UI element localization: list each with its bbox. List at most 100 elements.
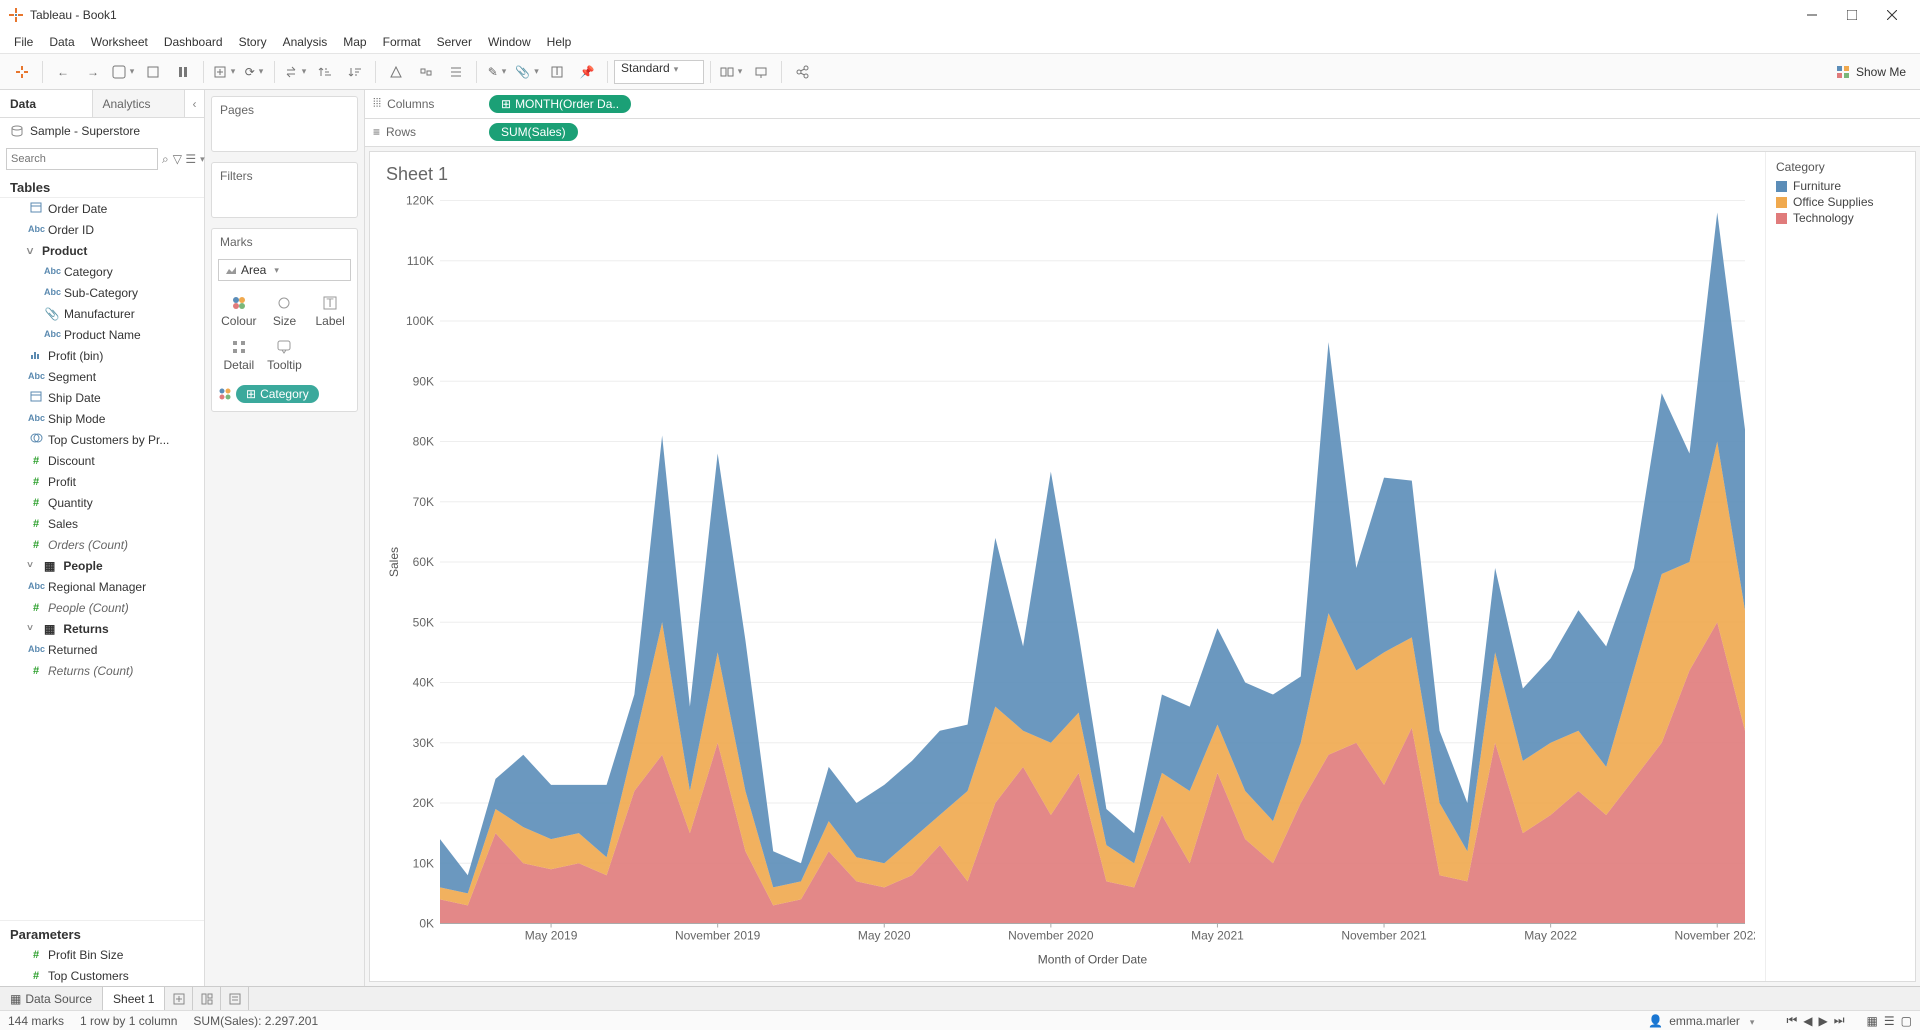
field-returned[interactable]: AbcReturned bbox=[0, 639, 204, 660]
menu-analysis[interactable]: Analysis bbox=[275, 33, 336, 51]
sheet1-tab[interactable]: Sheet 1 bbox=[103, 987, 165, 1010]
menu-format[interactable]: Format bbox=[375, 33, 429, 51]
field-quantity[interactable]: #Quantity bbox=[0, 492, 204, 513]
menu-file[interactable]: File bbox=[6, 33, 41, 51]
share-button[interactable] bbox=[788, 58, 816, 86]
tableau-logo-icon[interactable] bbox=[8, 58, 36, 86]
fields-list[interactable]: Order DateAbcOrder ID˅ProductAbcCategory… bbox=[0, 197, 204, 920]
group-people[interactable]: ˅▦People bbox=[0, 555, 204, 576]
chart-area[interactable]: Sheet 1 0K10K20K30K40K50K60K70K80K90K100… bbox=[370, 152, 1765, 981]
highlight-button[interactable] bbox=[382, 58, 410, 86]
field-segment[interactable]: AbcSegment bbox=[0, 366, 204, 387]
show-me-button[interactable]: Show Me bbox=[1830, 65, 1912, 79]
menu-window[interactable]: Window bbox=[480, 33, 539, 51]
search-input[interactable] bbox=[6, 148, 158, 170]
sheet-title[interactable]: Sheet 1 bbox=[384, 160, 1755, 193]
field-product-name[interactable]: AbcProduct Name bbox=[0, 324, 204, 345]
new-data-source-button[interactable] bbox=[139, 58, 167, 86]
pin-icon[interactable]: 📌 bbox=[573, 58, 601, 86]
marks-size[interactable]: Size bbox=[262, 289, 308, 333]
view-fields-icon[interactable]: ☰ bbox=[186, 150, 204, 168]
view-thumb-icon[interactable]: ▢ bbox=[1901, 1014, 1912, 1028]
menu-server[interactable]: Server bbox=[429, 33, 480, 51]
columns-pill[interactable]: ⊞MONTH(Order Da.. bbox=[489, 95, 631, 113]
totals-button[interactable] bbox=[442, 58, 470, 86]
menu-help[interactable]: Help bbox=[539, 33, 580, 51]
sort-desc-button[interactable] bbox=[341, 58, 369, 86]
tab-data[interactable]: Data bbox=[0, 90, 92, 117]
field-returns-count-[interactable]: #Returns (Count) bbox=[0, 660, 204, 681]
maximize-button[interactable] bbox=[1832, 0, 1872, 30]
search-icon[interactable]: ⌕ bbox=[162, 150, 169, 168]
nav-first-icon[interactable]: ⏮ bbox=[1786, 1013, 1797, 1028]
group-returns[interactable]: ˅▦Returns bbox=[0, 618, 204, 639]
minimize-button[interactable] bbox=[1792, 0, 1832, 30]
filters-shelf[interactable]: Filters bbox=[211, 162, 358, 218]
field-discount[interactable]: #Discount bbox=[0, 450, 204, 471]
field-sub-category[interactable]: AbcSub-Category bbox=[0, 282, 204, 303]
sort-asc-button[interactable] bbox=[311, 58, 339, 86]
field-orders-count-[interactable]: #Orders (Count) bbox=[0, 534, 204, 555]
view-grid-icon[interactable]: ▦ bbox=[1867, 1014, 1878, 1028]
marks-colour-pill[interactable]: ⊞Category bbox=[236, 385, 319, 403]
new-worksheet-tab[interactable] bbox=[165, 987, 193, 1010]
tab-analytics[interactable]: Analytics bbox=[92, 90, 185, 117]
attachment-icon[interactable]: 📎 bbox=[513, 58, 541, 86]
field-top-customers[interactable]: #Top Customers bbox=[0, 965, 204, 986]
field-order-date[interactable]: Order Date bbox=[0, 198, 204, 219]
menu-data[interactable]: Data bbox=[41, 33, 82, 51]
save-button[interactable] bbox=[109, 58, 137, 86]
field-ship-mode[interactable]: AbcShip Mode bbox=[0, 408, 204, 429]
pages-shelf[interactable]: Pages bbox=[211, 96, 358, 152]
mark-type-dropdown[interactable]: Area bbox=[218, 259, 351, 281]
rows-shelf[interactable]: ≡Rows SUM(Sales) bbox=[365, 119, 1920, 148]
collapse-pane-icon[interactable]: ‹ bbox=[184, 90, 204, 117]
new-story-tab[interactable] bbox=[221, 987, 249, 1010]
field-profit-bin-size[interactable]: #Profit Bin Size bbox=[0, 944, 204, 965]
field-profit[interactable]: #Profit bbox=[0, 471, 204, 492]
field-ship-date[interactable]: Ship Date bbox=[0, 387, 204, 408]
new-sheet-button[interactable] bbox=[210, 58, 238, 86]
marks-colour[interactable]: Colour bbox=[216, 289, 262, 333]
field-sales[interactable]: #Sales bbox=[0, 513, 204, 534]
swap-button[interactable] bbox=[281, 58, 309, 86]
nav-prev-icon[interactable]: ◀ bbox=[1803, 1014, 1812, 1028]
field-manufacturer[interactable]: 📎Manufacturer bbox=[0, 303, 204, 324]
menu-map[interactable]: Map bbox=[335, 33, 374, 51]
legend-item-office-supplies[interactable]: Office Supplies bbox=[1776, 194, 1905, 210]
new-dashboard-tab[interactable] bbox=[193, 987, 221, 1010]
redo-button[interactable]: → bbox=[79, 58, 107, 86]
label-button[interactable]: T bbox=[543, 58, 571, 86]
presentation-mode-button[interactable] bbox=[747, 58, 775, 86]
field-regional-manager[interactable]: AbcRegional Manager bbox=[0, 576, 204, 597]
status-user[interactable]: emma.marler bbox=[1669, 1014, 1740, 1028]
fit-dropdown[interactable]: Standard bbox=[614, 60, 704, 84]
legend-item-technology[interactable]: Technology bbox=[1776, 210, 1905, 226]
nav-next-icon[interactable]: ▶ bbox=[1819, 1014, 1828, 1028]
highlight-pen-icon[interactable]: ✎ bbox=[483, 58, 511, 86]
rows-pill[interactable]: SUM(Sales) bbox=[489, 123, 578, 141]
undo-button[interactable]: ← bbox=[49, 58, 77, 86]
pause-auto-updates-button[interactable] bbox=[169, 58, 197, 86]
menu-worksheet[interactable]: Worksheet bbox=[83, 33, 156, 51]
data-source-tab[interactable]: ▦Data Source bbox=[0, 987, 103, 1010]
columns-shelf[interactable]: ⦙⦙⦙Columns ⊞MONTH(Order Da.. bbox=[365, 90, 1920, 119]
filter-fields-icon[interactable]: ▽ bbox=[173, 150, 182, 168]
legend-item-furniture[interactable]: Furniture bbox=[1776, 178, 1905, 194]
show-cards-button[interactable] bbox=[717, 58, 745, 86]
menu-dashboard[interactable]: Dashboard bbox=[156, 33, 231, 51]
datasource-name[interactable]: Sample - Superstore bbox=[0, 118, 204, 144]
duplicate-sheet-button[interactable]: ⟳ bbox=[240, 58, 268, 86]
field-people-count-[interactable]: #People (Count) bbox=[0, 597, 204, 618]
field-product[interactable]: ˅Product bbox=[0, 240, 204, 261]
marks-label[interactable]: TLabel bbox=[307, 289, 353, 333]
close-button[interactable] bbox=[1872, 0, 1912, 30]
view-list-icon[interactable]: ☰ bbox=[1884, 1014, 1895, 1028]
user-dropdown-icon[interactable] bbox=[1746, 1014, 1755, 1028]
field-order-id[interactable]: AbcOrder ID bbox=[0, 219, 204, 240]
nav-last-icon[interactable]: ⏭ bbox=[1834, 1013, 1845, 1028]
group-button[interactable] bbox=[412, 58, 440, 86]
marks-tooltip[interactable]: Tooltip bbox=[262, 333, 308, 377]
field-profit-bin-[interactable]: Profit (bin) bbox=[0, 345, 204, 366]
menu-story[interactable]: Story bbox=[231, 33, 275, 51]
